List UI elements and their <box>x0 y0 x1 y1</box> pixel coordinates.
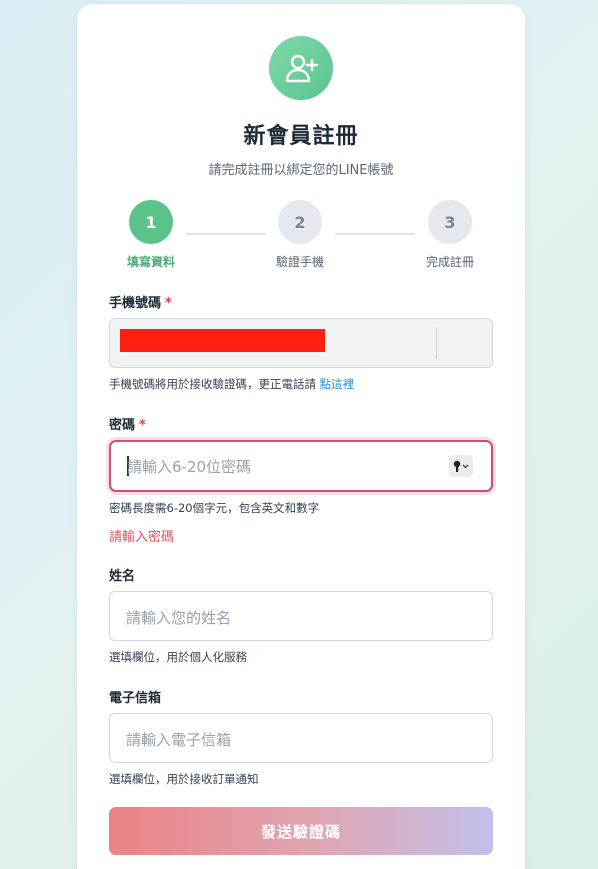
phone-hint: 手機號碼將用於接收驗證碼，更正電話請 點這裡 <box>109 376 354 392</box>
step-1-indicator: 1 <box>129 200 173 244</box>
password-label-text: 密碼 <box>109 418 136 433</box>
name-placeholder: 請輸入您的姓名 <box>126 609 232 627</box>
step-connector <box>186 233 266 235</box>
name-hint: 選填欄位，用於個人化服務 <box>109 650 247 664</box>
step-2-indicator: 2 <box>278 200 322 244</box>
password-error: 請輸入密碼 <box>109 530 175 545</box>
step-3-label: 完成註冊 <box>425 255 474 269</box>
step-2-label: 驗證手機 <box>275 255 324 269</box>
email-input[interactable]: 請輸入電子信箱 <box>109 713 493 763</box>
email-label: 電子信箱 <box>109 691 162 706</box>
send-verification-code-button[interactable]: 發送驗證碼 <box>109 807 493 855</box>
name-input[interactable]: 請輸入您的姓名 <box>109 591 493 641</box>
phone-label-text: 手機號碼 <box>109 296 162 311</box>
password-hint: 密碼長度需6-20個字元，包含英文和數字 <box>109 501 320 515</box>
phone-label: 手機號碼 * <box>109 292 172 311</box>
registration-card: 新會員註冊 請完成註冊以綁定您的LINE帳號 1 2 3 填寫資料 驗證手機 完… <box>77 4 525 869</box>
phone-hint-text: 手機號碼將用於接收驗證碼，更正電話請 <box>109 377 316 391</box>
password-input[interactable]: 請輸入6-20位密碼 <box>109 440 493 492</box>
email-hint: 選填欄位，用於接收訂單通知 <box>109 772 259 786</box>
key-icon[interactable] <box>449 455 473 477</box>
step-3-indicator: 3 <box>428 200 472 244</box>
phone-input[interactable] <box>109 318 493 368</box>
redacted-phone-value <box>120 329 325 352</box>
page-title: 新會員註冊 <box>243 124 359 149</box>
password-label: 密碼 * <box>109 414 146 433</box>
input-divider <box>436 327 437 359</box>
page-subtitle: 請完成註冊以綁定您的LINE帳號 <box>208 163 394 178</box>
email-placeholder: 請輸入電子信箱 <box>126 731 232 749</box>
change-phone-link[interactable]: 點這裡 <box>320 377 355 391</box>
required-mark: * <box>139 418 146 433</box>
password-placeholder: 請輸入6-20位密碼 <box>127 458 252 476</box>
add-user-icon <box>269 36 333 100</box>
required-mark: * <box>165 296 172 311</box>
name-label: 姓名 <box>109 569 136 584</box>
step-1-label: 填寫資料 <box>126 255 175 269</box>
step-connector <box>335 233 415 235</box>
